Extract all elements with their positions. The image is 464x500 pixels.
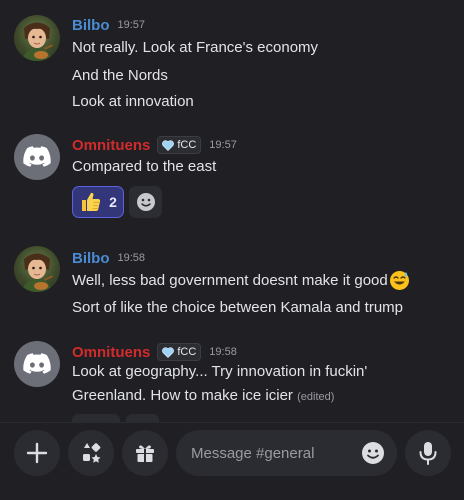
heart-badge-icon bbox=[162, 139, 175, 151]
microphone-icon bbox=[419, 442, 437, 465]
message-text: Look at geography... Try innovation in f… bbox=[72, 363, 368, 380]
timestamp: 19:57 bbox=[209, 139, 237, 151]
reaction-peek[interactable] bbox=[126, 414, 159, 422]
gift-icon bbox=[136, 445, 154, 462]
message-text: Greenland. How to make ice icier bbox=[72, 387, 293, 404]
message-text: Compared to the east bbox=[72, 158, 217, 175]
plus-button[interactable] bbox=[14, 430, 60, 476]
hobbit-avatar-image bbox=[22, 22, 54, 61]
badge-label: fCC bbox=[177, 346, 197, 358]
timestamp: 19:58 bbox=[209, 346, 237, 358]
reaction-thumbs-up[interactable]: 2 bbox=[72, 186, 124, 218]
server-tag-badge[interactable]: fCC bbox=[157, 343, 202, 361]
avatar[interactable] bbox=[14, 15, 60, 61]
thumbs-up-emoji bbox=[82, 192, 101, 211]
message-header: Bilbo 19:57 bbox=[72, 15, 145, 35]
add-reaction-icon bbox=[136, 193, 155, 211]
discord-logo bbox=[23, 353, 51, 374]
avatar[interactable] bbox=[14, 246, 60, 292]
voice-message-button[interactable] bbox=[405, 430, 451, 476]
message-text: Not really. Look at France's economy bbox=[72, 39, 319, 56]
message-input[interactable]: Message #general bbox=[176, 430, 397, 476]
username[interactable]: Bilbo bbox=[72, 250, 110, 267]
avatar[interactable] bbox=[14, 341, 60, 387]
username[interactable]: Omnituens bbox=[72, 344, 150, 361]
plus-icon bbox=[26, 442, 48, 464]
message-text-row: Well, less bad government doesnt make it… bbox=[72, 270, 410, 291]
heart-badge-icon bbox=[162, 346, 175, 358]
composer-bar: Message #general bbox=[0, 422, 464, 500]
message-header: Bilbo 19:58 bbox=[72, 248, 145, 268]
message-header: Omnituens fCC 19:57 bbox=[72, 135, 237, 155]
timestamp: 19:58 bbox=[117, 252, 146, 264]
emoji-button[interactable] bbox=[361, 441, 385, 465]
avatar[interactable] bbox=[14, 134, 60, 180]
emoji-icon bbox=[362, 442, 384, 464]
gift-button[interactable] bbox=[122, 430, 168, 476]
apps-button[interactable] bbox=[68, 430, 114, 476]
message-list: Bilbo 19:57 Not really. Look at France's… bbox=[0, 0, 464, 422]
smiling-sweat-emoji bbox=[389, 271, 409, 290]
message-text: Well, less bad government doesnt make it… bbox=[72, 272, 388, 289]
add-reaction-button[interactable] bbox=[129, 186, 162, 218]
message-text: Sort of like the choice between Kamala a… bbox=[72, 299, 404, 316]
message-text: Look at innovation bbox=[72, 93, 194, 110]
edited-label: (edited) bbox=[297, 391, 335, 403]
username[interactable]: Bilbo bbox=[72, 17, 110, 34]
username[interactable]: Omnituens bbox=[72, 137, 150, 154]
message-text-row: Greenland. How to make ice icier (edited… bbox=[72, 387, 334, 404]
discord-logo bbox=[23, 146, 51, 167]
message-text: And the Nords bbox=[72, 67, 168, 84]
reaction-peek[interactable] bbox=[72, 414, 120, 422]
message-input-placeholder: Message #general bbox=[191, 444, 315, 462]
apps-icon bbox=[83, 443, 101, 463]
server-tag-badge[interactable]: fCC bbox=[157, 136, 202, 154]
reaction-count: 2 bbox=[109, 194, 117, 210]
timestamp: 19:57 bbox=[117, 19, 146, 31]
hobbit-avatar-image bbox=[22, 253, 54, 292]
badge-label: fCC bbox=[177, 139, 197, 151]
message-header: Omnituens fCC 19:58 bbox=[72, 342, 237, 362]
